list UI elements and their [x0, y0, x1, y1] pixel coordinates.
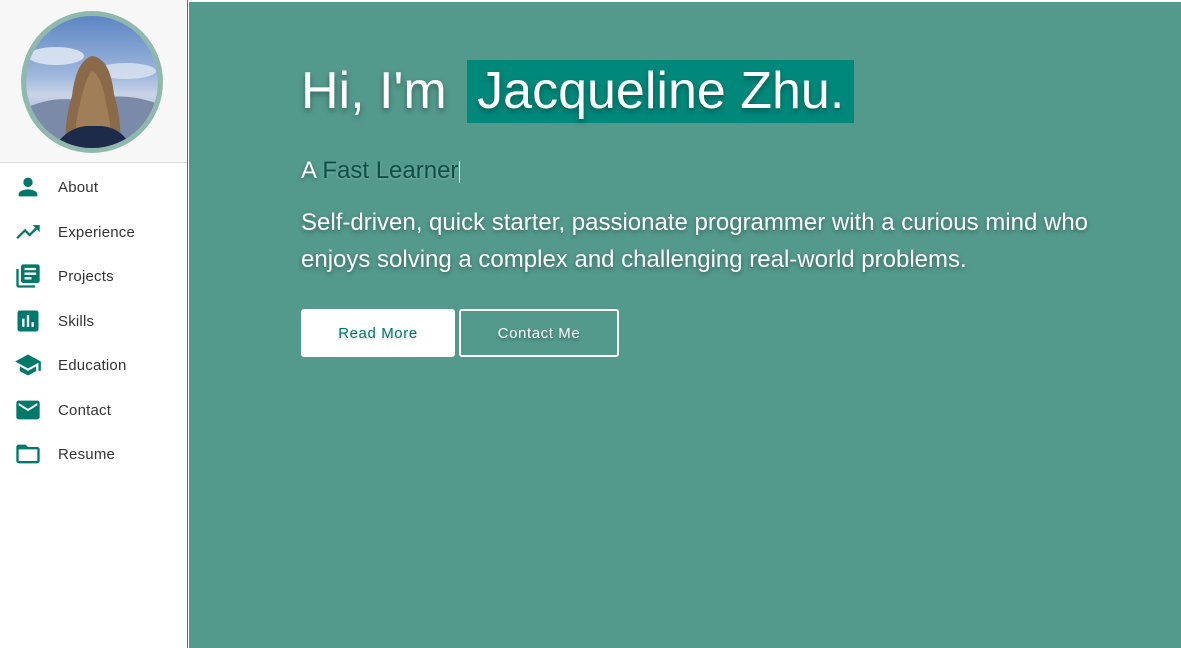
hero-bio: Self-driven, quick starter, passionate p… [301, 209, 1089, 273]
library-books-icon [14, 262, 42, 290]
typing-cursor [459, 160, 461, 183]
profile-header [0, 0, 187, 163]
sidebar-item-label: Skills [58, 312, 95, 330]
mail-icon [14, 396, 42, 424]
person-icon [14, 173, 42, 201]
hero-tagline: A Fast Learner [301, 157, 461, 185]
sidebar-item-about[interactable]: About [0, 167, 187, 207]
read-more-button[interactable]: Read More [301, 309, 455, 357]
sidebar-item-education[interactable]: Education [0, 345, 187, 385]
trending-up-icon [14, 218, 42, 246]
sidebar-item-label: Resume [58, 445, 116, 463]
sidebar-item-projects[interactable]: Projects [0, 256, 187, 296]
contact-me-button[interactable]: Contact Me [459, 309, 619, 357]
hero-title: Hi, I'm Jacqueline Zhu. [301, 60, 855, 123]
sidebar: About Experience Projects Skills Educati… [0, 0, 188, 648]
hero-section: Hi, I'm Jacqueline Zhu. A Fast Learner S… [189, 2, 1181, 648]
sidebar-item-label: Projects [58, 267, 114, 285]
hero-name: Jacqueline Zhu. [467, 60, 855, 123]
hero-greeting: Hi, I'm [301, 62, 447, 120]
sidebar-item-label: Education [58, 356, 127, 374]
avatar[interactable] [21, 11, 163, 153]
sidebar-item-label: About [58, 178, 99, 196]
bar-chart-icon [14, 307, 42, 335]
sidebar-item-skills[interactable]: Skills [0, 301, 187, 341]
folder-icon [14, 440, 42, 468]
avatar-photo [26, 16, 158, 148]
sidebar-item-label: Contact [58, 401, 112, 419]
sidebar-item-resume[interactable]: Resume [0, 434, 187, 474]
sidebar-item-contact[interactable]: Contact [0, 390, 187, 430]
tagline-prefix: A [301, 157, 316, 184]
school-icon [14, 351, 42, 379]
sidebar-item-experience[interactable]: Experience [0, 212, 187, 252]
sidebar-item-label: Experience [58, 223, 136, 241]
tagline-typed-text: Fast Learner [322, 157, 459, 184]
